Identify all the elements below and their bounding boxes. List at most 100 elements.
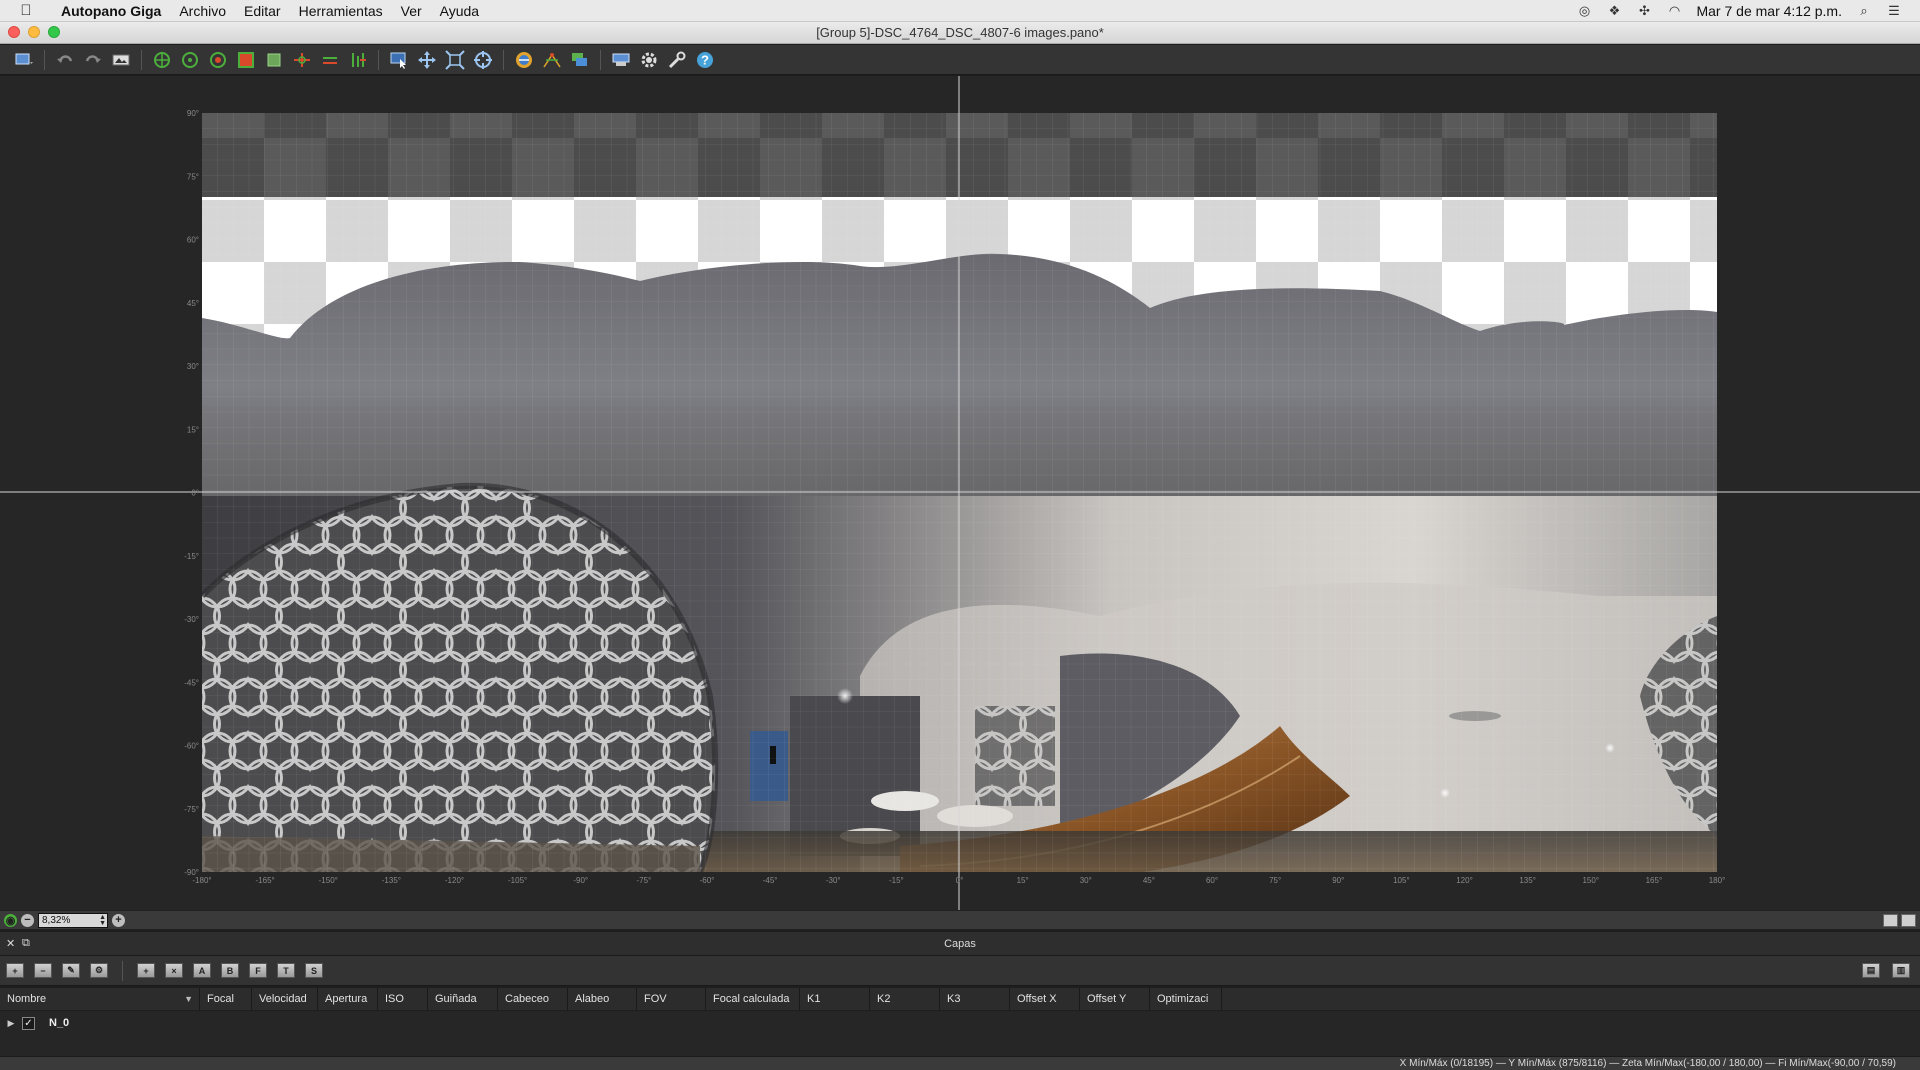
wrench-tool-icon[interactable] (663, 48, 691, 72)
longitude-tick-label: -120° (445, 876, 464, 885)
layer-mode-s-icon[interactable]: S (303, 961, 325, 981)
rotate-yaw-tool-icon[interactable] (148, 48, 176, 72)
add-layer-icon[interactable]: + (135, 961, 157, 981)
toolbar-separator (141, 49, 142, 70)
main-toolbar: ? (0, 45, 1920, 75)
select-tool-icon[interactable] (385, 48, 413, 72)
zoom-fit-icon[interactable]: ◉ (4, 913, 17, 927)
col-cabeceo[interactable]: Cabeceo (498, 988, 568, 1010)
edit-image-icon[interactable]: ✎ (60, 961, 82, 981)
col-optimizacion[interactable]: Optimizaci (1150, 988, 1222, 1010)
layer-mode-f-icon[interactable]: F (247, 961, 269, 981)
target-tool-icon[interactable] (469, 48, 497, 72)
toolbar-separator (600, 49, 601, 70)
col-alabeo[interactable]: Alabeo (568, 988, 637, 1010)
menu-ayuda[interactable]: Ayuda (431, 0, 488, 22)
undo-button[interactable] (51, 48, 79, 72)
menu-ver[interactable]: Ver (392, 0, 431, 22)
clock[interactable]: Mar 7 de mar 4:12 p.m. (1696, 3, 1842, 19)
rotate-pitch-tool-icon[interactable] (176, 48, 204, 72)
layer-mode-t-icon[interactable]: T (275, 961, 297, 981)
col-nombre[interactable]: Nombre ▼ (0, 988, 200, 1010)
menu-editar[interactable]: Editar (235, 0, 290, 22)
latitude-tick-label: -60° (184, 742, 199, 751)
latitude-tick-label: -15° (184, 552, 199, 561)
menu-archivo[interactable]: Archivo (170, 0, 235, 22)
sort-arrow-icon[interactable]: ▼ (184, 988, 193, 1010)
crop-tool-icon[interactable] (232, 48, 260, 72)
bluetooth-icon[interactable]: ✣ (1636, 3, 1652, 18)
sync-status-icon[interactable]: ◎ (1576, 3, 1592, 18)
wifi-icon[interactable]: ◠ (1666, 3, 1682, 18)
longitude-tick-label: -75° (636, 876, 651, 885)
panorama-viewport[interactable]: 90° 75° 60° 45° 30° 15° 0° -15° -30° -45° -60° -75°… (0, 76, 1920, 910)
longitude-tick-label: -105° (508, 876, 527, 885)
longitude-tick-label: 60° (1206, 876, 1218, 885)
view-split-icon[interactable] (1883, 913, 1898, 927)
menu-herramientas[interactable]: Herramientas (290, 0, 392, 22)
view-grid-icon[interactable] (1901, 913, 1916, 927)
redo-button[interactable] (79, 48, 107, 72)
longitude-tick-label: -165° (256, 876, 275, 885)
render-menu-button[interactable] (10, 48, 38, 72)
render-image-button[interactable] (107, 48, 135, 72)
latitude-tick-label: -30° (184, 615, 199, 624)
panel-layout-icon[interactable]: ▤ (1860, 961, 1882, 981)
latitude-tick-label: -45° (184, 678, 199, 687)
spotlight-search-icon[interactable]: ⌕ (1856, 3, 1872, 18)
fit-view-icon[interactable] (441, 48, 469, 72)
help-icon[interactable]: ? (691, 48, 719, 72)
col-guinada[interactable]: Guiñada (428, 988, 498, 1010)
col-velocidad[interactable]: Velocidad (252, 988, 318, 1010)
col-k3[interactable]: K3 (940, 988, 1010, 1010)
dropbox-icon[interactable]: ❖ (1606, 3, 1622, 18)
zoom-level-field[interactable]: 8,32% ▲ ▼ (38, 912, 108, 928)
col-focal-calculada[interactable]: Focal calculada (706, 988, 800, 1010)
layers-icon[interactable] (566, 48, 594, 72)
col-k2[interactable]: K2 (870, 988, 940, 1010)
toolbar-separator (122, 960, 123, 981)
table-row[interactable]: ▶ ✓ N_0 (0, 1011, 1920, 1035)
levels-tool-icon[interactable] (344, 48, 372, 72)
col-apertura[interactable]: Apertura (318, 988, 378, 1010)
col-fov[interactable]: FOV (637, 988, 706, 1010)
panel-collapse-icon[interactable]: ▥ (1890, 961, 1912, 981)
longitude-tick-label: 180° (1709, 876, 1726, 885)
col-iso[interactable]: ISO (378, 988, 428, 1010)
panorama-preview-icon[interactable] (607, 48, 635, 72)
layers-table-body: ▶ ✓ N_0 (0, 1011, 1920, 1056)
settings-gear-icon[interactable] (635, 48, 663, 72)
add-image-icon[interactable]: + (4, 961, 26, 981)
image-settings-icon[interactable]: ⚙ (88, 961, 110, 981)
layer-mode-a-icon[interactable]: A (191, 961, 213, 981)
zoom-level-value: 8,32% (42, 914, 71, 926)
move-tool-icon[interactable] (413, 48, 441, 72)
horizon-tool-icon[interactable] (288, 48, 316, 72)
layers-toolbar: + − ✎ ⚙ + × A B F T S ▤ ▥ (0, 956, 1920, 986)
col-focal[interactable]: Focal (200, 988, 252, 1010)
notification-center-icon[interactable]: ☰ (1886, 3, 1902, 18)
zoom-in-button[interactable]: + (112, 913, 125, 927)
layer-visibility-checkbox[interactable]: ✓ (22, 1016, 35, 1030)
auto-color-icon[interactable] (510, 48, 538, 72)
layer-name: N_0 (49, 1017, 70, 1029)
col-k1[interactable]: K1 (800, 988, 870, 1010)
zoom-out-button[interactable]: − (21, 913, 34, 927)
remove-image-icon[interactable]: − (32, 961, 54, 981)
col-offset-y[interactable]: Offset Y (1080, 988, 1150, 1010)
vertical-line-tool-icon[interactable] (316, 48, 344, 72)
col-offset-x[interactable]: Offset X (1010, 988, 1080, 1010)
layer-mode-b-icon[interactable]: B (219, 961, 241, 981)
expand-row-icon[interactable]: ▶ (0, 1018, 22, 1029)
menu-app-name[interactable]: Autopano Giga (52, 0, 170, 22)
menu-bar:  Autopano Giga Archivo Editar Herramien… (0, 0, 1920, 22)
panorama-canvas[interactable]: 90° 75° 60° 45° 30° 15° 0° -15° -30° -45° -60° -75°… (0, 76, 1920, 910)
rotate-roll-tool-icon[interactable] (204, 48, 232, 72)
delete-layer-icon[interactable]: × (163, 961, 185, 981)
zoom-stepper-icon[interactable]: ▲ ▼ (99, 914, 106, 927)
apple-menu-icon[interactable]:  (0, 2, 52, 19)
longitude-tick-label: 0° (956, 876, 964, 885)
longitude-tick-label: 15° (1017, 876, 1029, 885)
auto-crop-icon[interactable] (260, 48, 288, 72)
color-anchors-icon[interactable] (538, 48, 566, 72)
